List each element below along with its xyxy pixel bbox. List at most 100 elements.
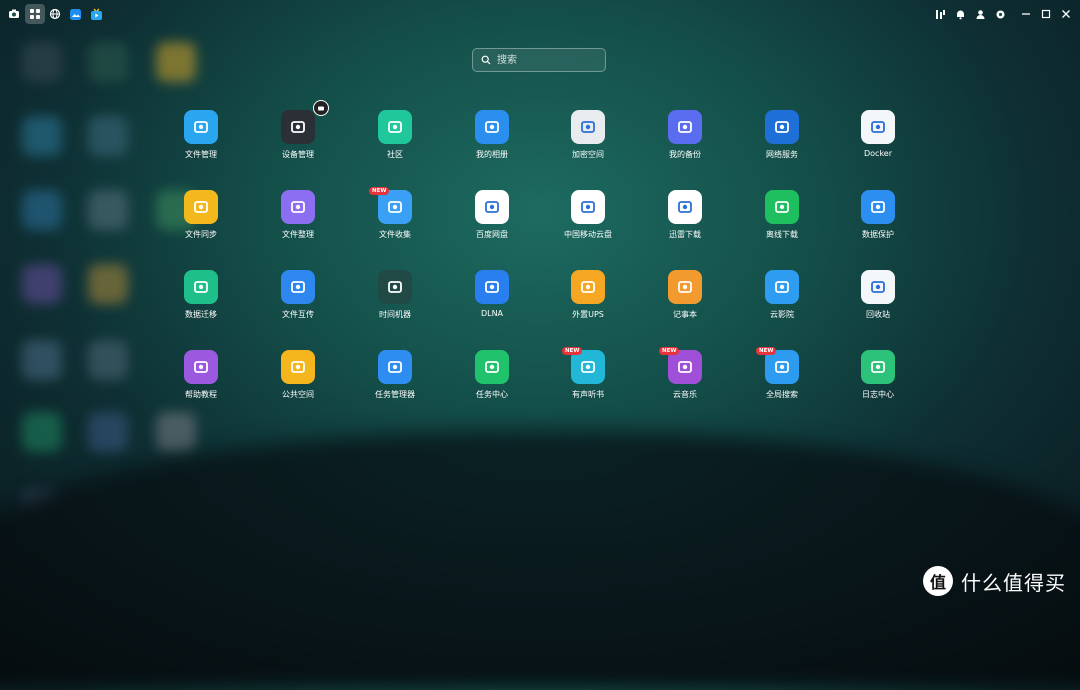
app-dlna[interactable]: DLNA: [452, 270, 532, 318]
app-label: 文件互传: [282, 310, 314, 319]
sync-icon: [184, 190, 218, 224]
search-input[interactable]: [495, 53, 599, 67]
app-notepad[interactable]: 记事本: [645, 270, 725, 320]
camera-icon[interactable]: [4, 4, 24, 24]
settings-icon[interactable]: [990, 4, 1010, 24]
device-status-badge: [313, 100, 329, 116]
app-label: 数据迁移: [185, 310, 217, 319]
app-label: 文件管理: [185, 150, 217, 159]
app-inbox[interactable]: NEW 文件收集: [355, 187, 435, 240]
app-audiobook[interactable]: NEW 有声听书: [548, 347, 628, 400]
thunder-icon: [668, 190, 702, 224]
app-sync[interactable]: 文件同步: [161, 190, 241, 240]
minimize-icon[interactable]: [1016, 4, 1036, 24]
app-label: 公共空间: [282, 390, 314, 399]
watermark-text: 什么值得买: [961, 570, 1066, 595]
app-label: 百度网盘: [476, 230, 508, 239]
tv-icon[interactable]: [86, 4, 106, 24]
app-cinema[interactable]: 云影院: [742, 270, 822, 320]
app-help[interactable]: 帮助教程: [161, 350, 241, 400]
app-label: 时间机器: [379, 310, 411, 319]
app-label: 社区: [387, 150, 403, 159]
globe-icon[interactable]: [45, 4, 65, 24]
app-ups[interactable]: 外置UPS: [548, 270, 628, 320]
apps-grid-icon[interactable]: [25, 4, 45, 24]
ups-icon: [571, 270, 605, 304]
user-icon[interactable]: [970, 4, 990, 24]
app-wifi[interactable]: 网络服务: [742, 110, 822, 160]
app-docker[interactable]: Docker: [838, 110, 918, 158]
music-icon: NEW: [659, 347, 702, 384]
app-shared-folder[interactable]: 公共空间: [258, 350, 338, 400]
app-label: 回收站: [866, 310, 890, 319]
time-machine-icon: [378, 270, 412, 304]
organize-icon: [281, 190, 315, 224]
app-task-manager[interactable]: 任务管理器: [355, 350, 435, 400]
app-label: 帮助教程: [185, 390, 217, 399]
app-download[interactable]: 离线下载: [742, 190, 822, 240]
app-label: 网络服务: [766, 150, 798, 159]
app-task-center[interactable]: 任务中心: [452, 350, 532, 400]
app-backup[interactable]: 我的备份: [645, 110, 725, 160]
app-label: 任务管理器: [375, 390, 415, 399]
app-organize[interactable]: 文件整理: [258, 190, 338, 240]
app-trash[interactable]: 回收站: [838, 270, 918, 320]
download-icon: [765, 190, 799, 224]
app-label: 文件整理: [282, 230, 314, 239]
task-center-icon: [475, 350, 509, 384]
bell-icon[interactable]: [950, 4, 970, 24]
inbox-icon: NEW: [369, 187, 412, 224]
audiobook-icon: NEW: [562, 347, 605, 384]
app-music[interactable]: NEW 云音乐: [645, 347, 725, 400]
app-label: 中国移动云盘: [564, 230, 612, 239]
dlna-icon: [475, 270, 509, 304]
tools-icon[interactable]: [930, 4, 950, 24]
search-box[interactable]: [472, 48, 606, 72]
app-label: 数据保护: [862, 230, 894, 239]
shared-folder-icon: [281, 350, 315, 384]
app-shield[interactable]: 数据保护: [838, 190, 918, 240]
app-label: 设备管理: [282, 150, 314, 159]
new-badge: NEW: [756, 347, 777, 355]
new-badge: NEW: [562, 347, 583, 355]
app-time-machine[interactable]: 时间机器: [355, 270, 435, 320]
app-photo[interactable]: 我的相册: [452, 110, 532, 160]
app-chat-smile[interactable]: 社区: [355, 110, 435, 160]
lock-icon: [571, 110, 605, 144]
baidu-pan-icon: [475, 190, 509, 224]
app-baidu-pan[interactable]: 百度网盘: [452, 190, 532, 240]
app-folder[interactable]: 文件管理: [161, 110, 241, 160]
docker-icon: [861, 110, 895, 144]
app-label: 云影院: [770, 310, 794, 319]
device-icon: [281, 100, 329, 144]
app-label: 我的备份: [669, 150, 701, 159]
app-label: 外置UPS: [572, 310, 604, 319]
help-icon: [184, 350, 218, 384]
new-badge: NEW: [369, 187, 390, 195]
maximize-icon[interactable]: [1036, 4, 1056, 24]
top-bar: [0, 0, 1080, 28]
app-log[interactable]: 日志中心: [838, 350, 918, 400]
backup-icon: [668, 110, 702, 144]
shield-icon: [861, 190, 895, 224]
watermark-logo: 值: [923, 566, 953, 596]
app-global-search[interactable]: NEW 全局搜索: [742, 347, 822, 400]
app-lock[interactable]: 加密空间: [548, 110, 628, 160]
app-migrate[interactable]: 数据迁移: [161, 270, 241, 320]
app-cmcc-cloud[interactable]: 中国移动云盘: [548, 190, 628, 240]
task-manager-icon: [378, 350, 412, 384]
wifi-icon: [765, 110, 799, 144]
app-airdrop[interactable]: 文件互传: [258, 270, 338, 320]
migrate-icon: [184, 270, 218, 304]
app-device[interactable]: 设备管理: [258, 100, 338, 160]
search-icon: [481, 55, 491, 65]
close-icon[interactable]: [1056, 4, 1076, 24]
global-search-icon: NEW: [756, 347, 799, 384]
cloud-photo-icon[interactable]: [65, 4, 85, 24]
cmcc-cloud-icon: [571, 190, 605, 224]
app-label: 云音乐: [673, 390, 697, 399]
app-thunder[interactable]: 迅雷下载: [645, 190, 725, 240]
trash-icon: [861, 270, 895, 304]
log-icon: [861, 350, 895, 384]
app-label: 全局搜索: [766, 390, 798, 399]
